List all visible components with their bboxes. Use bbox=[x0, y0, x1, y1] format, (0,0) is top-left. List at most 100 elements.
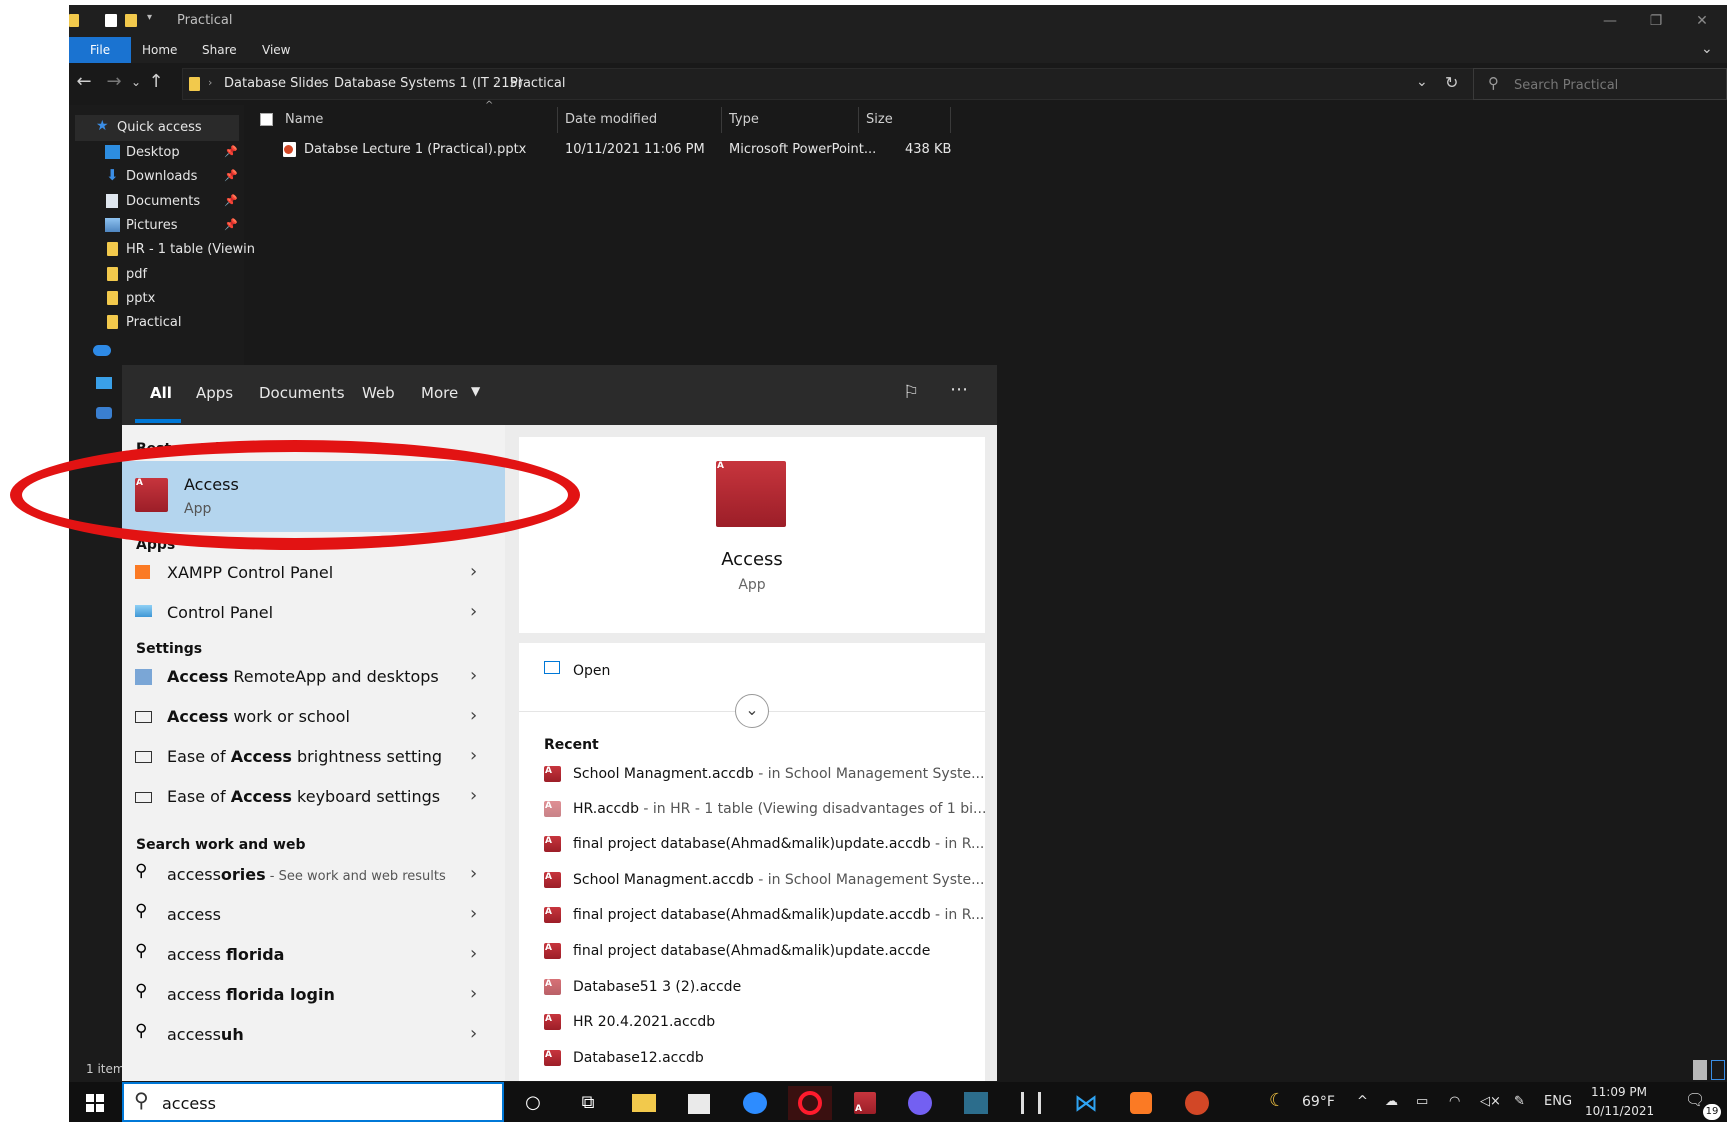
tab-all[interactable]: All bbox=[150, 384, 172, 402]
tab-home[interactable]: Home bbox=[128, 37, 191, 63]
address-dropdown-icon[interactable]: ⌄ bbox=[1416, 74, 1428, 90]
quick-access-toolbar-dropdown-icon[interactable]: ▾ bbox=[147, 12, 152, 23]
recent-item[interactable]: final project database(Ahmad&malik)updat… bbox=[544, 934, 984, 970]
nav-item-quick-access[interactable]: ★ Quick access bbox=[69, 115, 244, 141]
forward-icon[interactable]: → bbox=[103, 71, 125, 92]
result-work-or-school[interactable]: Access work or school › bbox=[122, 697, 505, 737]
taskbar-search-input[interactable] bbox=[162, 1092, 482, 1114]
recent-item[interactable]: final project database(Ahmad&malik)updat… bbox=[544, 827, 984, 863]
explorer-search-box[interactable]: ⚲ bbox=[1473, 68, 1727, 100]
volume-muted-icon[interactable]: ◁× bbox=[1480, 1094, 1501, 1109]
mysql-workbench-icon[interactable] bbox=[954, 1086, 998, 1120]
column-type[interactable]: Type bbox=[729, 112, 759, 127]
result-xampp-control-panel[interactable]: XAMPP Control Panel › bbox=[122, 553, 505, 593]
nav-item-pptx[interactable]: pptx bbox=[69, 286, 244, 312]
result-control-panel[interactable]: Control Panel › bbox=[122, 593, 505, 633]
powerpoint-icon[interactable] bbox=[1175, 1086, 1219, 1120]
chevron-right-icon[interactable]: › bbox=[470, 745, 477, 766]
recent-item[interactable]: Database51 3 (2).accde bbox=[544, 970, 984, 1006]
notification-icon[interactable]: 🗨 bbox=[1685, 1090, 1705, 1109]
open-action[interactable]: Open bbox=[519, 653, 985, 689]
pin-icon[interactable]: 📌 bbox=[224, 145, 238, 158]
language-indicator[interactable]: ENG bbox=[1544, 1094, 1572, 1109]
task-view-icon[interactable]: ⧉ bbox=[566, 1086, 610, 1120]
tab-more[interactable]: More bbox=[421, 384, 458, 402]
breadcrumb-separator-icon[interactable]: › bbox=[208, 76, 212, 89]
expand-ribbon-icon[interactable]: ⌄ bbox=[1701, 41, 1713, 57]
wifi-icon[interactable]: ◠ bbox=[1449, 1094, 1460, 1109]
recent-item[interactable]: HR.accdb - in HR - 1 table (Viewing disa… bbox=[544, 792, 986, 828]
viber-icon[interactable] bbox=[898, 1086, 942, 1120]
chevron-right-icon[interactable]: › bbox=[470, 785, 477, 806]
breadcrumb-practical[interactable]: Practical bbox=[510, 76, 566, 91]
recent-item[interactable]: School Managment.accdb - in School Manag… bbox=[544, 757, 984, 793]
clock-time[interactable]: 11:09 PM bbox=[1591, 1085, 1647, 1099]
details-view-icon[interactable] bbox=[1693, 1060, 1707, 1080]
explorer-search-input[interactable] bbox=[1514, 75, 1714, 95]
up-icon[interactable]: ↑ bbox=[145, 71, 167, 92]
restore-icon[interactable]: ❐ bbox=[1633, 8, 1679, 34]
result-web-accessuh[interactable]: ⚲ accessuh › bbox=[122, 1015, 505, 1055]
windows-start-icon[interactable] bbox=[73, 1086, 117, 1120]
address-bar[interactable]: › Database Slides › Database Systems 1 (… bbox=[182, 68, 1474, 100]
weather-temperature[interactable]: 69°F bbox=[1302, 1094, 1335, 1110]
chevron-right-icon[interactable]: › bbox=[470, 903, 477, 924]
moon-weather-icon[interactable]: ☾ bbox=[1269, 1090, 1285, 1111]
nav-item-documents[interactable]: Documents 📌 bbox=[69, 189, 244, 215]
xampp-taskbar-icon[interactable] bbox=[1119, 1086, 1163, 1120]
result-remoteapp[interactable]: Access RemoteApp and desktops › bbox=[122, 657, 505, 697]
column-name[interactable]: Name bbox=[285, 112, 323, 127]
recent-locations-icon[interactable]: ⌄ bbox=[125, 75, 147, 89]
column-divider[interactable] bbox=[721, 107, 722, 133]
result-web-access[interactable]: ⚲ access › bbox=[122, 895, 505, 935]
result-web-access-florida-login[interactable]: ⚲ access florida login › bbox=[122, 975, 505, 1015]
nav-item-pictures[interactable]: Pictures 📌 bbox=[69, 213, 244, 239]
access-taskbar-icon[interactable] bbox=[843, 1086, 887, 1122]
chevron-right-icon[interactable]: › bbox=[470, 705, 477, 726]
column-divider[interactable] bbox=[858, 107, 859, 133]
chevron-up-icon[interactable]: ^ bbox=[1357, 1094, 1368, 1109]
recent-item[interactable]: HR 20.4.2021.accdb bbox=[544, 1005, 984, 1041]
nav-item-desktop[interactable]: Desktop 📌 bbox=[69, 140, 244, 166]
breadcrumb-separator-icon[interactable]: › bbox=[319, 76, 323, 89]
zoom-icon[interactable] bbox=[733, 1086, 777, 1120]
select-all-checkbox[interactable] bbox=[260, 113, 273, 126]
onedrive-tray-icon[interactable]: ☁ bbox=[1385, 1094, 1398, 1109]
result-web-accessories[interactable]: ⚲ accessories - See work and web results… bbox=[122, 855, 505, 895]
chevron-right-icon[interactable]: › bbox=[470, 863, 477, 884]
chevron-right-icon[interactable]: › bbox=[470, 601, 477, 622]
pin-icon[interactable]: 📌 bbox=[224, 218, 238, 231]
library-icon[interactable] bbox=[1009, 1086, 1053, 1120]
back-icon[interactable]: ← bbox=[73, 71, 95, 92]
recent-item[interactable]: Database12.accdb bbox=[544, 1041, 984, 1077]
properties-icon[interactable] bbox=[105, 14, 117, 27]
network-icon[interactable] bbox=[96, 407, 112, 419]
nav-item-hr-folder[interactable]: HR - 1 table (Viewin bbox=[69, 237, 255, 263]
result-brightness[interactable]: Ease of Access brightness setting › bbox=[122, 737, 505, 777]
new-folder-icon[interactable] bbox=[125, 14, 137, 27]
nav-item-pdf[interactable]: pdf bbox=[69, 262, 244, 288]
chevron-right-icon[interactable]: › bbox=[470, 665, 477, 686]
breadcrumb-database-slides[interactable]: Database Slides bbox=[224, 76, 329, 91]
more-options-icon[interactable]: ⋯ bbox=[950, 379, 968, 400]
column-date-modified[interactable]: Date modified bbox=[565, 112, 657, 127]
result-keyboard[interactable]: Ease of Access keyboard settings › bbox=[122, 777, 505, 817]
chevron-right-icon[interactable]: › bbox=[470, 943, 477, 964]
chevron-right-icon[interactable]: › bbox=[470, 561, 477, 582]
tab-apps[interactable]: Apps bbox=[196, 384, 233, 402]
tab-file[interactable]: File bbox=[69, 37, 132, 63]
file-row[interactable]: Databse Lecture 1 (Practical).pptx 10/11… bbox=[244, 137, 1104, 163]
nav-item-downloads[interactable]: ⬇ Downloads 📌 bbox=[69, 164, 244, 190]
recent-item[interactable]: final project database(Ahmad&malik)updat… bbox=[544, 898, 984, 934]
tab-view[interactable]: View bbox=[248, 37, 304, 63]
tab-web[interactable]: Web bbox=[362, 384, 395, 402]
recent-item[interactable]: School Managment.accdb - in School Manag… bbox=[544, 863, 984, 899]
chevron-right-icon[interactable]: › bbox=[470, 1023, 477, 1044]
expand-chevron-icon[interactable]: ⌄ bbox=[735, 694, 769, 728]
opera-icon[interactable] bbox=[788, 1086, 832, 1120]
refresh-icon[interactable]: ↻ bbox=[1445, 73, 1458, 92]
column-size[interactable]: Size bbox=[866, 112, 893, 127]
tab-share[interactable]: Share bbox=[188, 37, 251, 63]
pin-icon[interactable]: 📌 bbox=[224, 169, 238, 182]
pen-icon[interactable]: ✎ bbox=[1514, 1094, 1525, 1109]
